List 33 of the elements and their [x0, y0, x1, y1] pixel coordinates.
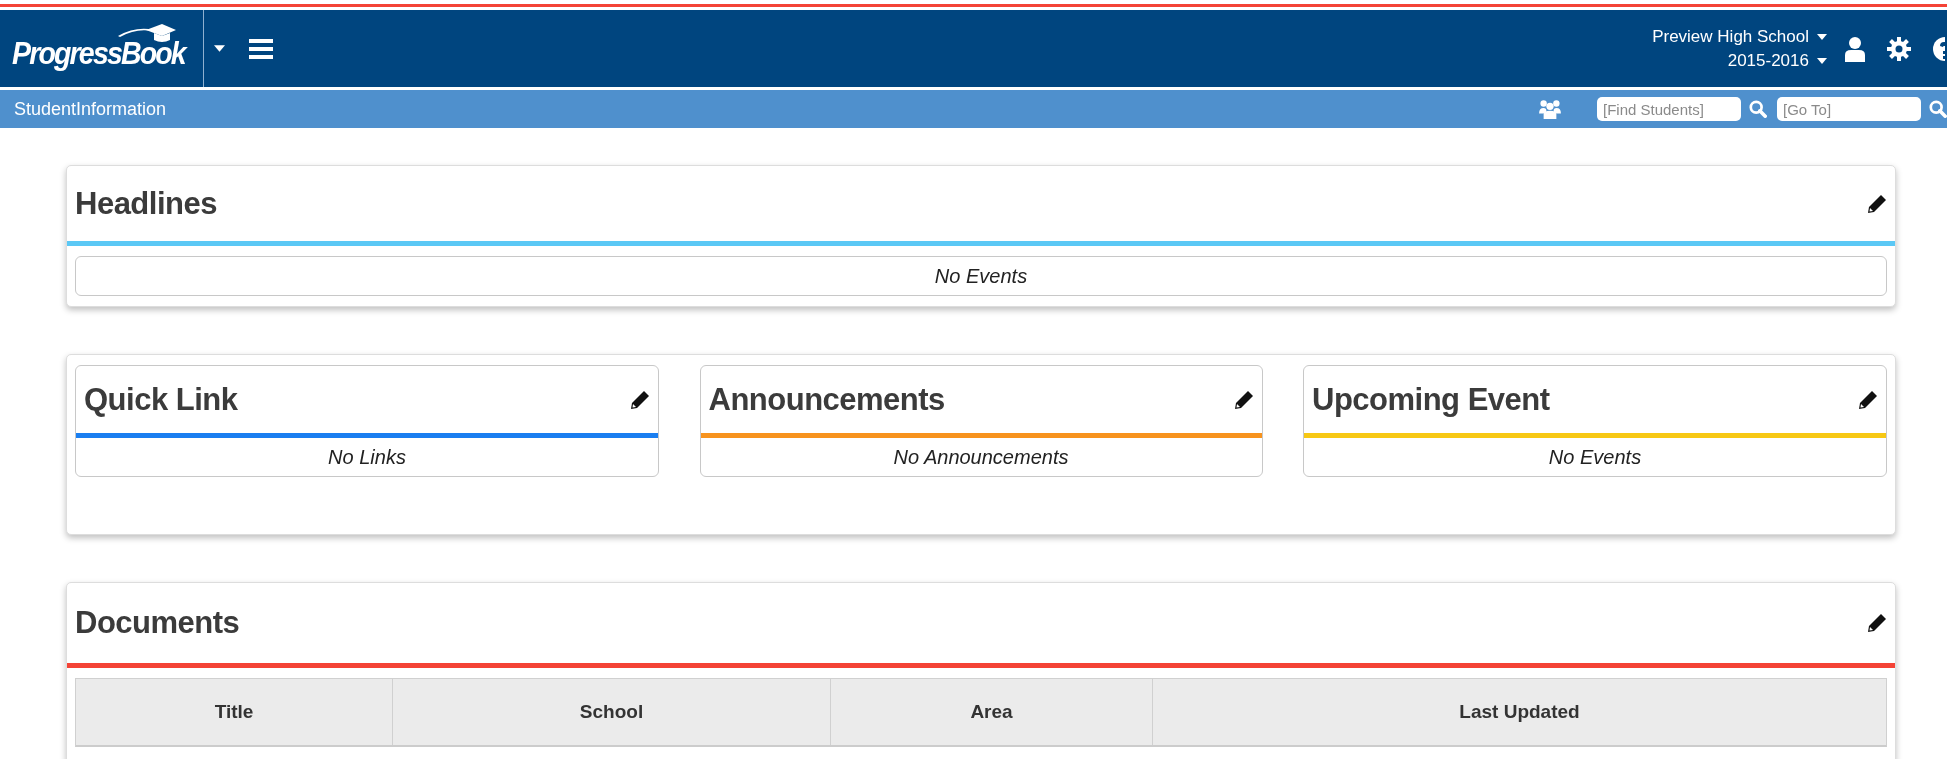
find-students-field[interactable]: [Find Students]	[1597, 97, 1741, 121]
column-header[interactable]: Last Updated	[1152, 679, 1886, 745]
empty-message: No Links	[328, 445, 406, 469]
widget-title: Quick Link	[84, 381, 238, 418]
column-header[interactable]: Title	[76, 679, 392, 745]
people-icon[interactable]	[1539, 99, 1561, 119]
year-selector[interactable]: 2015-2016	[1727, 50, 1827, 71]
empty-message: No Events	[934, 264, 1028, 288]
edit-icon[interactable]	[630, 389, 650, 410]
edit-icon[interactable]	[1858, 389, 1878, 410]
widget-title: Upcoming Event	[1312, 381, 1550, 418]
caret-icon	[1817, 33, 1827, 40]
go-to-field[interactable]: [Go To]	[1777, 97, 1921, 121]
column-header[interactable]: School	[392, 679, 830, 745]
user-icon[interactable]	[1845, 35, 1865, 62]
column-header[interactable]: Area	[830, 679, 1152, 745]
panel-title: Documents	[75, 605, 240, 641]
caret-icon	[1817, 57, 1827, 64]
school-selector[interactable]: Preview High School	[1652, 26, 1827, 47]
search-icon[interactable]	[1929, 100, 1947, 118]
widget-title: Announcements	[708, 381, 945, 418]
module-title: StudentInformation	[13, 98, 167, 120]
logo[interactable]: ProgressBook	[12, 25, 200, 72]
empty-message: No Events	[1548, 445, 1642, 469]
edit-icon[interactable]	[1867, 613, 1887, 633]
logo-text: ProgressBook	[12, 35, 185, 72]
edit-icon[interactable]	[1867, 193, 1887, 214]
menu-icon[interactable]	[249, 38, 273, 59]
edit-icon[interactable]	[1233, 389, 1254, 410]
caret-icon[interactable]	[214, 45, 225, 52]
empty-message: No Announcements	[893, 445, 1069, 469]
search-icon[interactable]	[1749, 100, 1767, 118]
panel-title: Headlines	[75, 185, 217, 222]
